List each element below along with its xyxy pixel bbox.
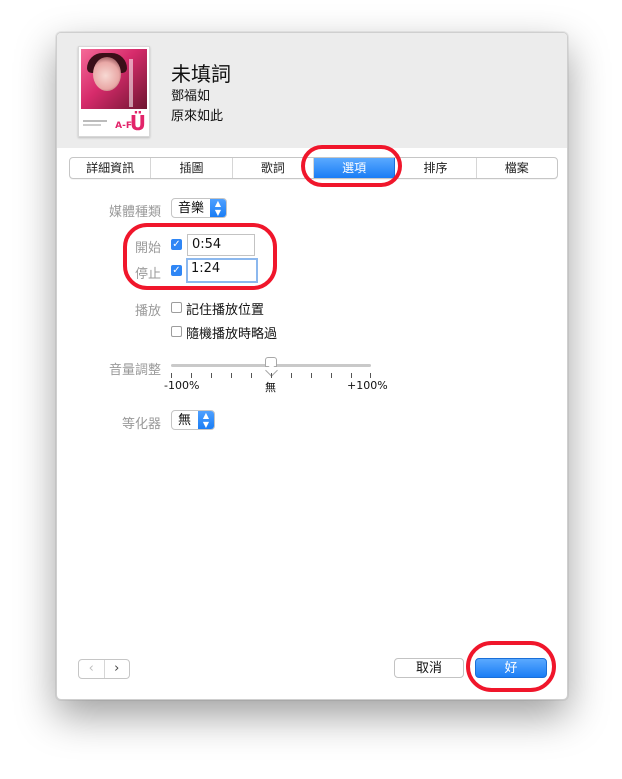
checkmark-icon: ✓	[172, 239, 181, 250]
tab-sorting[interactable]: 排序	[395, 158, 477, 178]
artwork-logo-u: Ü	[129, 111, 146, 135]
start-checkbox[interactable]: ✓	[171, 239, 182, 250]
start-time-field[interactable]: 0:54	[187, 234, 255, 256]
tab-file[interactable]: 檔案	[477, 158, 557, 178]
artwork-face	[93, 57, 121, 91]
media-kind-popup[interactable]: 音樂 ▲ ▼	[171, 198, 227, 218]
tab-options[interactable]: 選項	[313, 158, 396, 178]
updown-arrows-icon: ▲ ▼	[198, 411, 214, 429]
remember-position-label[interactable]: 記住播放位置	[186, 299, 264, 318]
artwork-photo	[81, 49, 147, 109]
volume-tick	[311, 373, 312, 378]
volume-min-label: -100%	[164, 379, 200, 392]
song-album: 原來如此	[171, 109, 224, 124]
tab-bar: 詳細資訊 插圖 歌詞 選項 排序 檔案	[69, 157, 558, 179]
stop-time-field[interactable]: 1:24	[186, 258, 258, 283]
song-title: 未填詞	[171, 62, 231, 86]
media-kind-label: 媒體種類	[108, 205, 161, 220]
info-dialog: A-F Ü 未填詞 鄧福如 原來如此 詳細資訊 插圖 歌詞 選項 排序 檔案 媒…	[56, 32, 568, 700]
remember-position-checkbox[interactable]	[171, 302, 182, 313]
previous-track-button[interactable]: ‹	[79, 660, 105, 678]
album-artwork[interactable]: A-F Ü	[78, 46, 150, 137]
tab-lyrics[interactable]: 歌詞	[233, 158, 314, 178]
media-kind-value: 音樂	[178, 201, 205, 216]
stop-label: 停止	[134, 267, 161, 282]
volume-tick	[191, 373, 192, 378]
volume-tick	[251, 373, 252, 378]
volume-tick	[331, 373, 332, 378]
updown-arrows-icon: ▲ ▼	[210, 199, 226, 217]
volume-mid-label: 無	[265, 381, 276, 394]
volume-tick	[171, 373, 172, 378]
dialog-header: A-F Ü 未填詞 鄧福如 原來如此	[57, 33, 567, 148]
track-nav: ‹ ›	[78, 659, 130, 679]
start-label: 開始	[134, 241, 161, 256]
volume-max-label: +100%	[347, 379, 388, 392]
tab-details[interactable]: 詳細資訊	[70, 158, 152, 178]
skip-shuffle-label[interactable]: 隨機播放時略過	[186, 323, 277, 342]
stop-checkbox[interactable]: ✓	[171, 265, 182, 276]
equalizer-value: 無	[178, 413, 192, 428]
cancel-button[interactable]: 取消	[394, 658, 464, 678]
artwork-strip	[129, 59, 133, 107]
volume-tick	[291, 373, 292, 378]
volume-label: 音量調整	[108, 363, 161, 378]
skip-shuffle-checkbox[interactable]	[171, 326, 182, 337]
equalizer-popup[interactable]: 無 ▲ ▼	[171, 410, 215, 430]
song-artist: 鄧福如	[171, 89, 211, 104]
tab-artwork[interactable]: 插圖	[151, 158, 233, 178]
volume-tick	[271, 373, 272, 378]
next-track-button[interactable]: ›	[105, 660, 130, 678]
checkmark-icon: ✓	[172, 265, 181, 276]
volume-tick	[351, 373, 352, 378]
artwork-small-text-line	[83, 124, 101, 126]
volume-tick	[211, 373, 212, 378]
equalizer-label: 等化器	[121, 417, 161, 432]
artwork-small-text-line	[83, 120, 107, 122]
ok-button[interactable]: 好	[475, 658, 547, 678]
volume-tick	[231, 373, 232, 378]
volume-tick	[370, 373, 371, 378]
playback-label: 播放	[134, 304, 161, 319]
